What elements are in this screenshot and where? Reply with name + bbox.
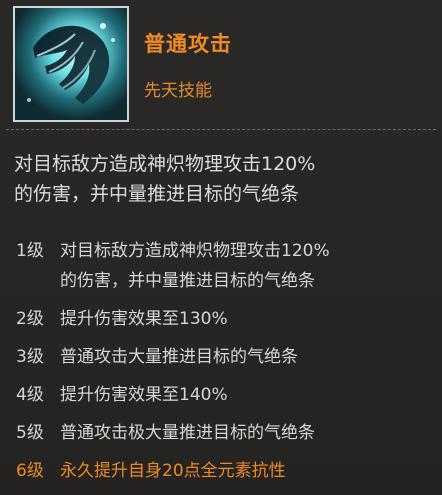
skill-description: 对目标敌方造成神炽物理攻击120% 的伤害，并中量推进目标的气绝条 <box>14 153 316 205</box>
level-text: 提升伤害效果至140% <box>60 385 228 405</box>
level-row-2: 2级 提升伤害效果至130% <box>16 304 436 334</box>
level-label: 6级 <box>16 461 44 481</box>
level-row-1: 1级 对目标敌方造成神炽物理攻击120% 的伤害，并中量推进目标的气绝条 <box>16 236 436 296</box>
skill-name: 普通攻击 <box>144 32 232 56</box>
skill-header: 普通攻击 先天技能 <box>0 0 442 135</box>
skill-icon-frame <box>13 6 129 122</box>
level-text: 提升伤害效果至130% <box>60 309 228 329</box>
level-text: 普通攻击大量推进目标的气绝条 <box>60 347 298 367</box>
level-row-4: 4级 提升伤害效果至140% <box>16 380 436 410</box>
level-label: 4级 <box>16 385 44 405</box>
level-row-5: 5级 普通攻击极大量推进目标的气绝条 <box>16 418 436 448</box>
claw-strike-icon <box>15 8 127 120</box>
level-text: 普通攻击极大量推进目标的气绝条 <box>60 423 315 443</box>
level-label: 3级 <box>16 347 44 367</box>
level-row-6: 6级 永久提升自身20点全元素抗性 <box>16 456 436 486</box>
divider <box>6 129 436 130</box>
skill-type: 先天技能 <box>144 81 212 101</box>
level-text: 对目标敌方造成神炽物理攻击120% 的伤害，并中量推进目标的气绝条 <box>60 241 330 291</box>
level-label: 5级 <box>16 423 44 443</box>
level-list: 1级 对目标敌方造成神炽物理攻击120% 的伤害，并中量推进目标的气绝条 2级 … <box>16 236 436 486</box>
level-row-3: 3级 普通攻击大量推进目标的气绝条 <box>16 342 436 372</box>
skill-tooltip: 普通攻击 先天技能 对目标敌方造成神炽物理攻击120% 的伤害，并中量推进目标的… <box>0 0 442 495</box>
level-label: 2级 <box>16 309 44 329</box>
level-text: 永久提升自身20点全元素抗性 <box>60 461 286 481</box>
level-label: 1级 <box>16 241 44 261</box>
